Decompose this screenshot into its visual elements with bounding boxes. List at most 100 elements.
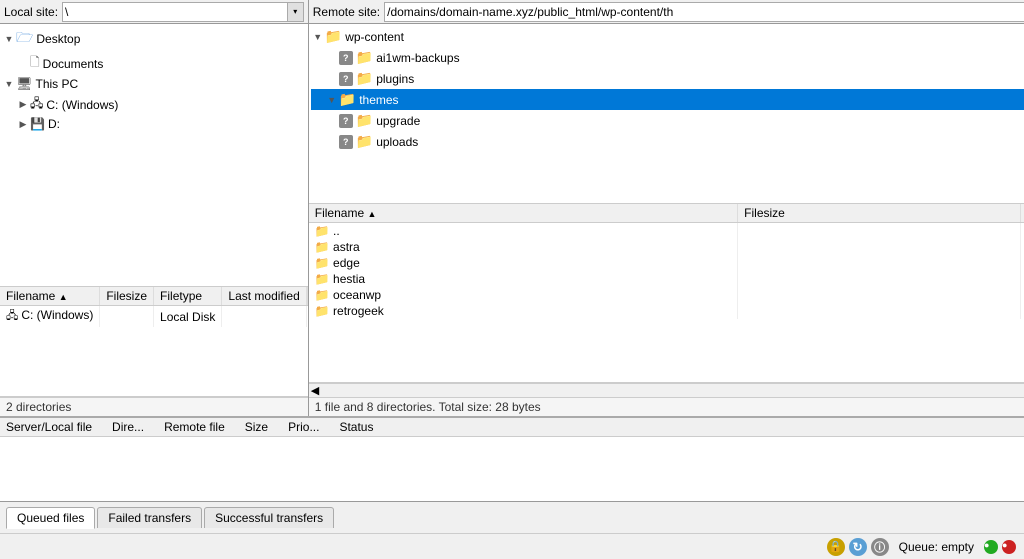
cell-filetype — [1020, 222, 1024, 239]
remote-item-wp-content[interactable]: ▼ 📁 wp-content — [311, 26, 1024, 47]
remote-horiz-scrollbar[interactable]: ◀ ▶ — [309, 383, 1024, 397]
tree-toggle-themes[interactable]: ▼ — [325, 95, 339, 105]
queue-label: Queue: empty — [899, 540, 974, 554]
cell-filetype: File fol... — [1020, 239, 1024, 255]
folder-icon: 📁 — [315, 256, 330, 270]
folder-icon: 📁 — [315, 272, 330, 286]
remote-status-text: 1 file and 8 directories. Total size: 28… — [315, 400, 541, 414]
scroll-left-btn[interactable]: ◀ — [309, 384, 321, 397]
cell-filename: 📁 edge — [309, 255, 738, 271]
ai1wm-folder-icon: 📁 — [356, 49, 373, 66]
cell-filetype: File fol... — [1020, 271, 1024, 287]
tree-toggle-wp-content[interactable]: ▼ — [311, 32, 325, 42]
transfer-col-remote: Remote file — [164, 420, 245, 434]
cell-filename: 📁 retrogeek — [309, 303, 738, 319]
local-file-table-container: Filename ▲ Filesize Filetype Last modifi… — [0, 287, 308, 397]
question-icon-ai1wm: ? — [339, 51, 353, 65]
tree-label-thispc: This PC — [36, 77, 79, 91]
tree-item-thispc[interactable]: ▼ 🖥 This PC — [2, 75, 306, 93]
drive-net-icon: 🖧 — [6, 310, 21, 322]
remote-horiz-scroll-inner[interactable] — [321, 384, 1024, 397]
folder-icon: 📁 — [315, 288, 330, 302]
table-row[interactable]: 🖧 C: (Windows) Local Disk — [0, 306, 307, 328]
tree-item-cdrive[interactable]: ▶ 🖧 C: (Windows) — [2, 93, 306, 116]
cell-filesize — [738, 303, 1021, 319]
remote-label-uploads: uploads — [376, 135, 418, 149]
remote-item-upgrade[interactable]: ? 📁 upgrade — [311, 110, 1024, 131]
cell-filesize — [738, 222, 1021, 239]
table-row[interactable]: 📁 edge File fol... 03/16/21... flcdmp...… — [309, 255, 1024, 271]
tree-toggle-ddrive[interactable]: ▶ — [16, 119, 30, 130]
table-row[interactable]: 📁 retrogeek File fol... 03/16/21... flcd… — [309, 303, 1024, 319]
col-filesize-remote[interactable]: Filesize — [738, 204, 1021, 223]
cell-lastmod — [222, 306, 306, 328]
remote-label-themes: themes — [359, 93, 398, 107]
tab-failed-transfers[interactable]: Failed transfers — [97, 507, 202, 528]
folder-icon: 📁 — [315, 224, 330, 238]
cdrive-icon: 🖧 — [30, 94, 43, 115]
cell-filename: 📁 .. — [309, 222, 738, 239]
remote-status-bar: 1 file and 8 directories. Total size: 28… — [309, 397, 1024, 416]
col-lastmod-local[interactable]: Last modified — [222, 287, 306, 306]
table-row[interactable]: 📁 oceanwp File fol... 02/25/21... flcdmp… — [309, 287, 1024, 303]
folder-blue-icon: 🗁 — [16, 27, 33, 51]
local-site-dropdown[interactable]: ▾ — [288, 2, 304, 22]
tree-label-desktop: Desktop — [36, 32, 80, 46]
remote-item-themes[interactable]: ▼ 📁 themes — [311, 89, 1024, 110]
tree-item-desktop[interactable]: ▼ 🗁 Desktop — [2, 26, 306, 52]
remote-site-label: Remote site: — [313, 5, 380, 19]
col-filetype-local[interactable]: Filetype — [154, 287, 222, 306]
table-row[interactable]: 📁 hestia File fol... 03/16/21... flcdmp.… — [309, 271, 1024, 287]
folder-icon: 📁 — [315, 304, 330, 318]
remote-item-ai1wm[interactable]: ? 📁 ai1wm-backups — [311, 47, 1024, 68]
wp-content-folder-icon: 📁 — [325, 28, 342, 45]
cell-filename: 📁 hestia — [309, 271, 738, 287]
cell-filesize — [738, 255, 1021, 271]
tree-toggle-cdrive[interactable]: ▶ — [16, 99, 30, 110]
col-filename-remote[interactable]: Filename ▲ — [309, 204, 738, 223]
tree-toggle-desktop[interactable]: ▼ — [2, 34, 16, 44]
remote-site-input[interactable] — [384, 2, 1024, 22]
local-tree[interactable]: ▼ 🗁 Desktop 🗋 Documents ▼ 🖥 This PC — [0, 24, 308, 287]
transfer-area: Server/Local file Dire... Remote file Si… — [0, 416, 1024, 501]
remote-file-table-container: Filename ▲ Filesize Filetype Last mod...… — [309, 204, 1024, 384]
col-scroll-local — [306, 287, 307, 306]
tree-label-documents: Documents — [43, 57, 104, 71]
local-status-text: 2 directories — [6, 400, 71, 414]
status-green-icon: ● — [984, 540, 998, 554]
upgrade-folder-icon: 📁 — [356, 112, 373, 129]
tab-queued-files[interactable]: Queued files — [6, 507, 95, 529]
table-row[interactable]: 📁 astra File fol... 02/25/21... flcdmp..… — [309, 239, 1024, 255]
doc-icon: 🗋 — [30, 53, 40, 74]
cell-filesize — [738, 271, 1021, 287]
remote-item-plugins[interactable]: ? 📁 plugins — [311, 68, 1024, 89]
col-filetype-remote[interactable]: Filetype — [1020, 204, 1024, 223]
themes-folder-icon: 📁 — [339, 91, 356, 108]
tree-item-ddrive[interactable]: ▶ 💾 D: — [2, 116, 306, 132]
remote-file-table: Filename ▲ Filesize Filetype Last mod...… — [309, 204, 1024, 319]
main-area: Local site: ▾ ▼ 🗁 Desktop 🗋 Documents — [0, 0, 1024, 416]
remote-item-uploads[interactable]: ? 📁 uploads — [311, 131, 1024, 152]
tree-item-documents[interactable]: 🗋 Documents — [2, 52, 306, 75]
question-icon-plugins: ? — [339, 72, 353, 86]
tree-toggle-thispc[interactable]: ▼ — [2, 79, 16, 89]
col-filename-local[interactable]: Filename ▲ — [0, 287, 100, 306]
question-icon-uploads: ? — [339, 135, 353, 149]
remote-tree[interactable]: ▼ 📁 wp-content ? 📁 ai1wm-backups ? 📁 plu… — [309, 24, 1024, 204]
cell-filetype: File fol... — [1020, 303, 1024, 319]
cell-filename: 🖧 C: (Windows) — [0, 306, 100, 328]
col-filesize-local[interactable]: Filesize — [100, 287, 154, 306]
remote-label-wp-content: wp-content — [345, 30, 404, 44]
transfer-col-server: Server/Local file — [6, 420, 112, 434]
transfer-col-size: Size — [245, 420, 288, 434]
local-status-bar: 2 directories — [0, 397, 308, 416]
remote-label-upgrade: upgrade — [376, 114, 420, 128]
table-row[interactable]: 📁 .. — [309, 222, 1024, 239]
local-site-input[interactable] — [62, 2, 288, 22]
status-red-icon: ● — [1002, 540, 1016, 554]
folder-icon: 📁 — [315, 240, 330, 254]
question-icon-upgrade: ? — [339, 114, 353, 128]
tree-label-cdrive: C: (Windows) — [46, 98, 118, 112]
info-icon: ⓘ — [871, 538, 889, 556]
tab-successful-transfers[interactable]: Successful transfers — [204, 507, 334, 528]
